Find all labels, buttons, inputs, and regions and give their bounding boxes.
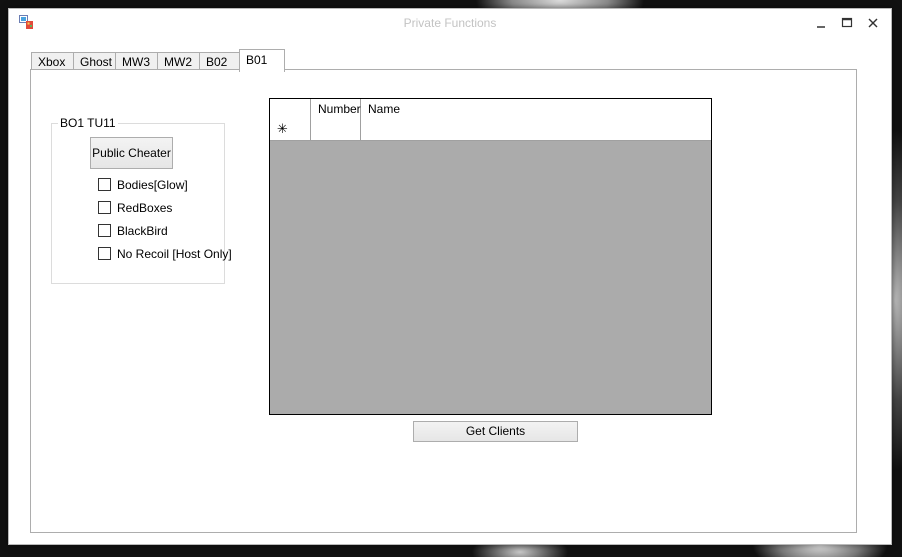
checkbox-label: BlackBird xyxy=(117,224,168,238)
tab-b02[interactable]: B02 xyxy=(199,52,240,70)
grid-header: Number Name xyxy=(270,99,711,120)
tab-b01[interactable]: B01 xyxy=(239,49,285,72)
no-recoil-checkbox[interactable] xyxy=(98,247,111,260)
new-row-icon: ✳ xyxy=(277,122,288,137)
column-header-number[interactable]: Number xyxy=(311,99,361,119)
title-bar[interactable]: Private Functions xyxy=(9,9,891,37)
table-row-new[interactable]: ✳ xyxy=(270,119,711,141)
get-clients-button[interactable]: Get Clients xyxy=(413,421,578,442)
tab-ghost[interactable]: Ghost xyxy=(73,52,116,70)
window-title: Private Functions xyxy=(403,16,497,30)
redboxes-checkbox[interactable] xyxy=(98,201,111,214)
row-header-corner[interactable] xyxy=(270,99,311,119)
column-header-name[interactable]: Name xyxy=(361,99,711,119)
checkbox-label: RedBoxes xyxy=(117,201,173,215)
cell-name[interactable] xyxy=(361,119,711,141)
close-icon[interactable] xyxy=(861,13,885,33)
checkbox-label: Bodies[Glow] xyxy=(117,178,188,192)
minimize-icon[interactable] xyxy=(809,13,833,33)
main-window: Private Functions Xbox Ghost MW3 MW2 B02… xyxy=(8,8,892,545)
tab-xbox[interactable]: Xbox xyxy=(31,52,74,70)
tab-mw2[interactable]: MW2 xyxy=(157,52,200,70)
tab-mw3[interactable]: MW3 xyxy=(115,52,158,70)
checkbox-label: No Recoil [Host Only] xyxy=(117,247,232,261)
group-bo1-tu11: BO1 TU11 Public Cheater Bodies[Glow] Red… xyxy=(51,116,232,284)
tab-page-b01: BO1 TU11 Public Cheater Bodies[Glow] Red… xyxy=(30,69,857,533)
cell-number[interactable] xyxy=(311,119,361,141)
row-header[interactable]: ✳ xyxy=(270,119,311,141)
public-cheater-button[interactable]: Public Cheater xyxy=(90,137,173,169)
bodies-glow-checkbox[interactable] xyxy=(98,178,111,191)
group-title: BO1 TU11 xyxy=(58,116,118,130)
clients-grid[interactable]: Number Name ✳ xyxy=(269,98,712,415)
maximize-icon[interactable] xyxy=(835,13,859,33)
blackbird-checkbox[interactable] xyxy=(98,224,111,237)
